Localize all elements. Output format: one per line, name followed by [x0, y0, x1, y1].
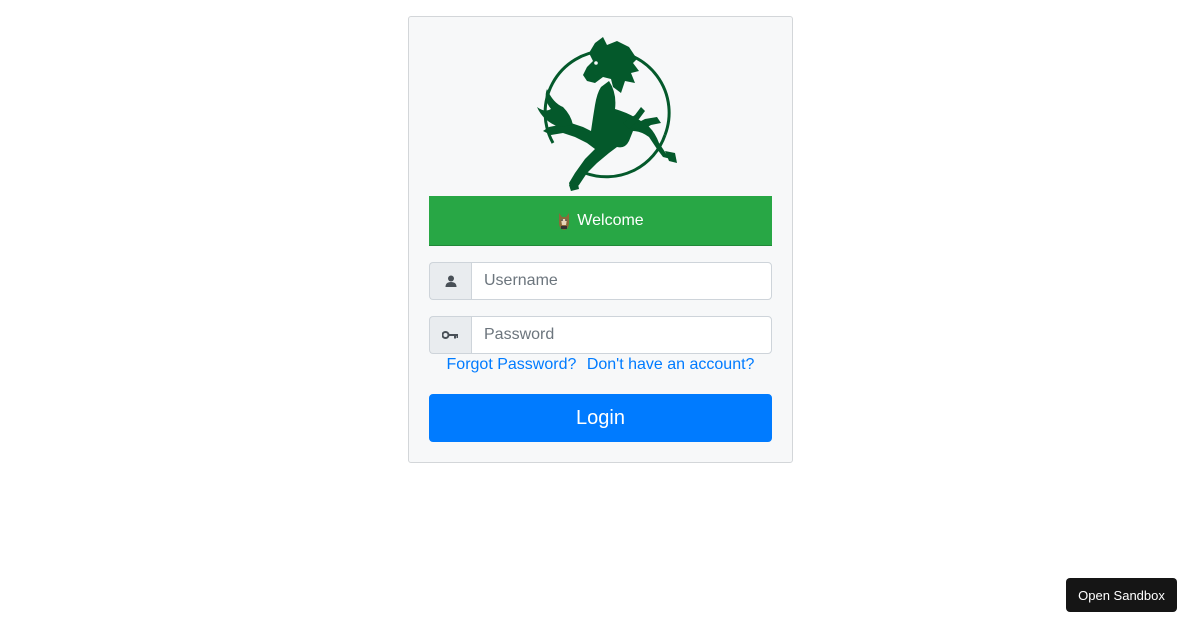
- username-group: [429, 262, 772, 300]
- key-icon: [429, 316, 471, 354]
- open-sandbox-button[interactable]: Open Sandbox: [1066, 578, 1177, 612]
- forgot-password-link[interactable]: Forgot Password?: [447, 356, 577, 373]
- password-input[interactable]: [471, 316, 772, 354]
- login-button[interactable]: Login: [429, 394, 772, 442]
- welcome-banner: Welcome: [429, 196, 772, 246]
- rearing-horse-logo: [537, 37, 677, 191]
- register-link[interactable]: Don't have an account?: [587, 356, 755, 373]
- wolf-face-icon: [559, 212, 570, 230]
- password-group: [429, 316, 772, 354]
- auth-links: Forgot Password? Don't have an account?: [409, 356, 792, 374]
- login-card: Welcome Forgot Password? Don't have an a…: [408, 16, 793, 463]
- user-icon: [429, 262, 471, 300]
- welcome-label: Welcome: [577, 211, 644, 229]
- username-input[interactable]: [471, 262, 772, 300]
